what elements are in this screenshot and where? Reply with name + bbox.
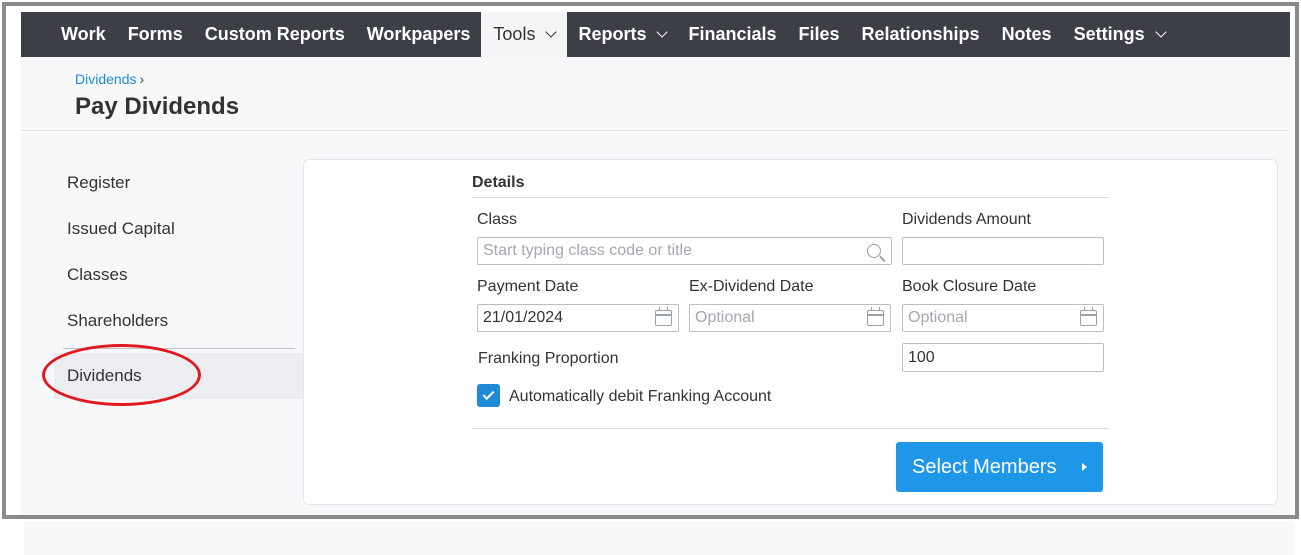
dividends-amount-label: Dividends Amount	[902, 211, 1031, 228]
arrow-right-icon	[1082, 463, 1087, 471]
breadcrumb-separator: ›	[139, 71, 145, 87]
ex-dividend-date-input[interactable]: Optional	[689, 304, 891, 332]
nav-item-workpapers[interactable]: Workpapers	[356, 12, 482, 57]
sidebar-item-classes[interactable]: Classes	[54, 252, 303, 298]
nav-item-work[interactable]: Work	[21, 12, 117, 57]
payment-date-value: 21/01/2024	[483, 309, 564, 326]
class-search-placeholder: Start typing class code or title	[483, 242, 692, 259]
payment-date-label: Payment Date	[477, 278, 579, 295]
book-closure-date-label: Book Closure Date	[902, 278, 1037, 295]
nav-item-financials[interactable]: Financials	[677, 12, 787, 57]
annotation-highlight-circle	[42, 344, 201, 406]
section-title: Details	[472, 174, 525, 191]
nav-item-tools[interactable]: Tools	[481, 12, 568, 57]
breadcrumb-link-dividends[interactable]: Dividends	[75, 71, 136, 87]
main-content: Register Issued Capital Classes Sharehol…	[21, 132, 1290, 515]
section-divider	[472, 197, 1109, 198]
nav-item-settings[interactable]: Settings	[1063, 12, 1176, 57]
breadcrumb: Dividends ›	[75, 71, 144, 87]
nav-item-files[interactable]: Files	[788, 12, 851, 57]
franking-proportion-input[interactable]: 100	[902, 343, 1104, 372]
chevron-down-icon	[656, 26, 669, 38]
checkmark-icon	[482, 387, 495, 401]
auto-debit-checkbox[interactable]	[477, 384, 500, 407]
top-nav: Work Forms Custom Reports Workpapers Too…	[21, 12, 1290, 57]
dividends-amount-input[interactable]	[902, 237, 1104, 265]
chevron-down-icon	[1154, 26, 1167, 38]
class-search-input[interactable]: Start typing class code or title	[477, 237, 892, 265]
sidebar-item-issued-capital[interactable]: Issued Capital	[54, 206, 303, 252]
footer-divider	[472, 428, 1109, 429]
book-closure-date-input[interactable]: Optional	[902, 304, 1104, 332]
sidebar-item-shareholders[interactable]: Shareholders	[54, 298, 303, 344]
franking-proportion-label: Franking Proportion	[478, 350, 619, 367]
nav-item-custom-reports[interactable]: Custom Reports	[194, 12, 356, 57]
page-background	[24, 521, 1294, 555]
page-header: Dividends › Pay Dividends	[21, 57, 1290, 131]
nav-item-relationships[interactable]: Relationships	[851, 12, 991, 57]
search-icon[interactable]	[867, 244, 881, 258]
nav-item-forms[interactable]: Forms	[117, 12, 194, 57]
select-members-label: Select Members	[912, 455, 1057, 478]
chevron-down-icon	[545, 26, 558, 38]
payment-date-input[interactable]: 21/01/2024	[477, 304, 679, 332]
book-closure-date-placeholder: Optional	[908, 309, 968, 326]
calendar-icon[interactable]	[1080, 307, 1097, 326]
calendar-icon[interactable]	[867, 307, 884, 326]
class-label: Class	[477, 211, 518, 228]
page-title: Pay Dividends	[75, 93, 240, 120]
ex-dividend-date-placeholder: Optional	[695, 309, 755, 326]
calendar-icon[interactable]	[655, 307, 672, 326]
sidebar-item-register[interactable]: Register	[54, 160, 303, 206]
franking-proportion-value: 100	[908, 348, 935, 366]
auto-debit-label[interactable]: Automatically debit Franking Account	[509, 388, 771, 406]
nav-item-reports[interactable]: Reports	[567, 12, 677, 57]
select-members-button[interactable]: Select Members	[896, 442, 1103, 492]
details-panel: Details Class Start typing class code or…	[303, 159, 1278, 505]
nav-item-notes[interactable]: Notes	[991, 12, 1063, 57]
ex-dividend-date-label: Ex-Dividend Date	[689, 278, 814, 295]
